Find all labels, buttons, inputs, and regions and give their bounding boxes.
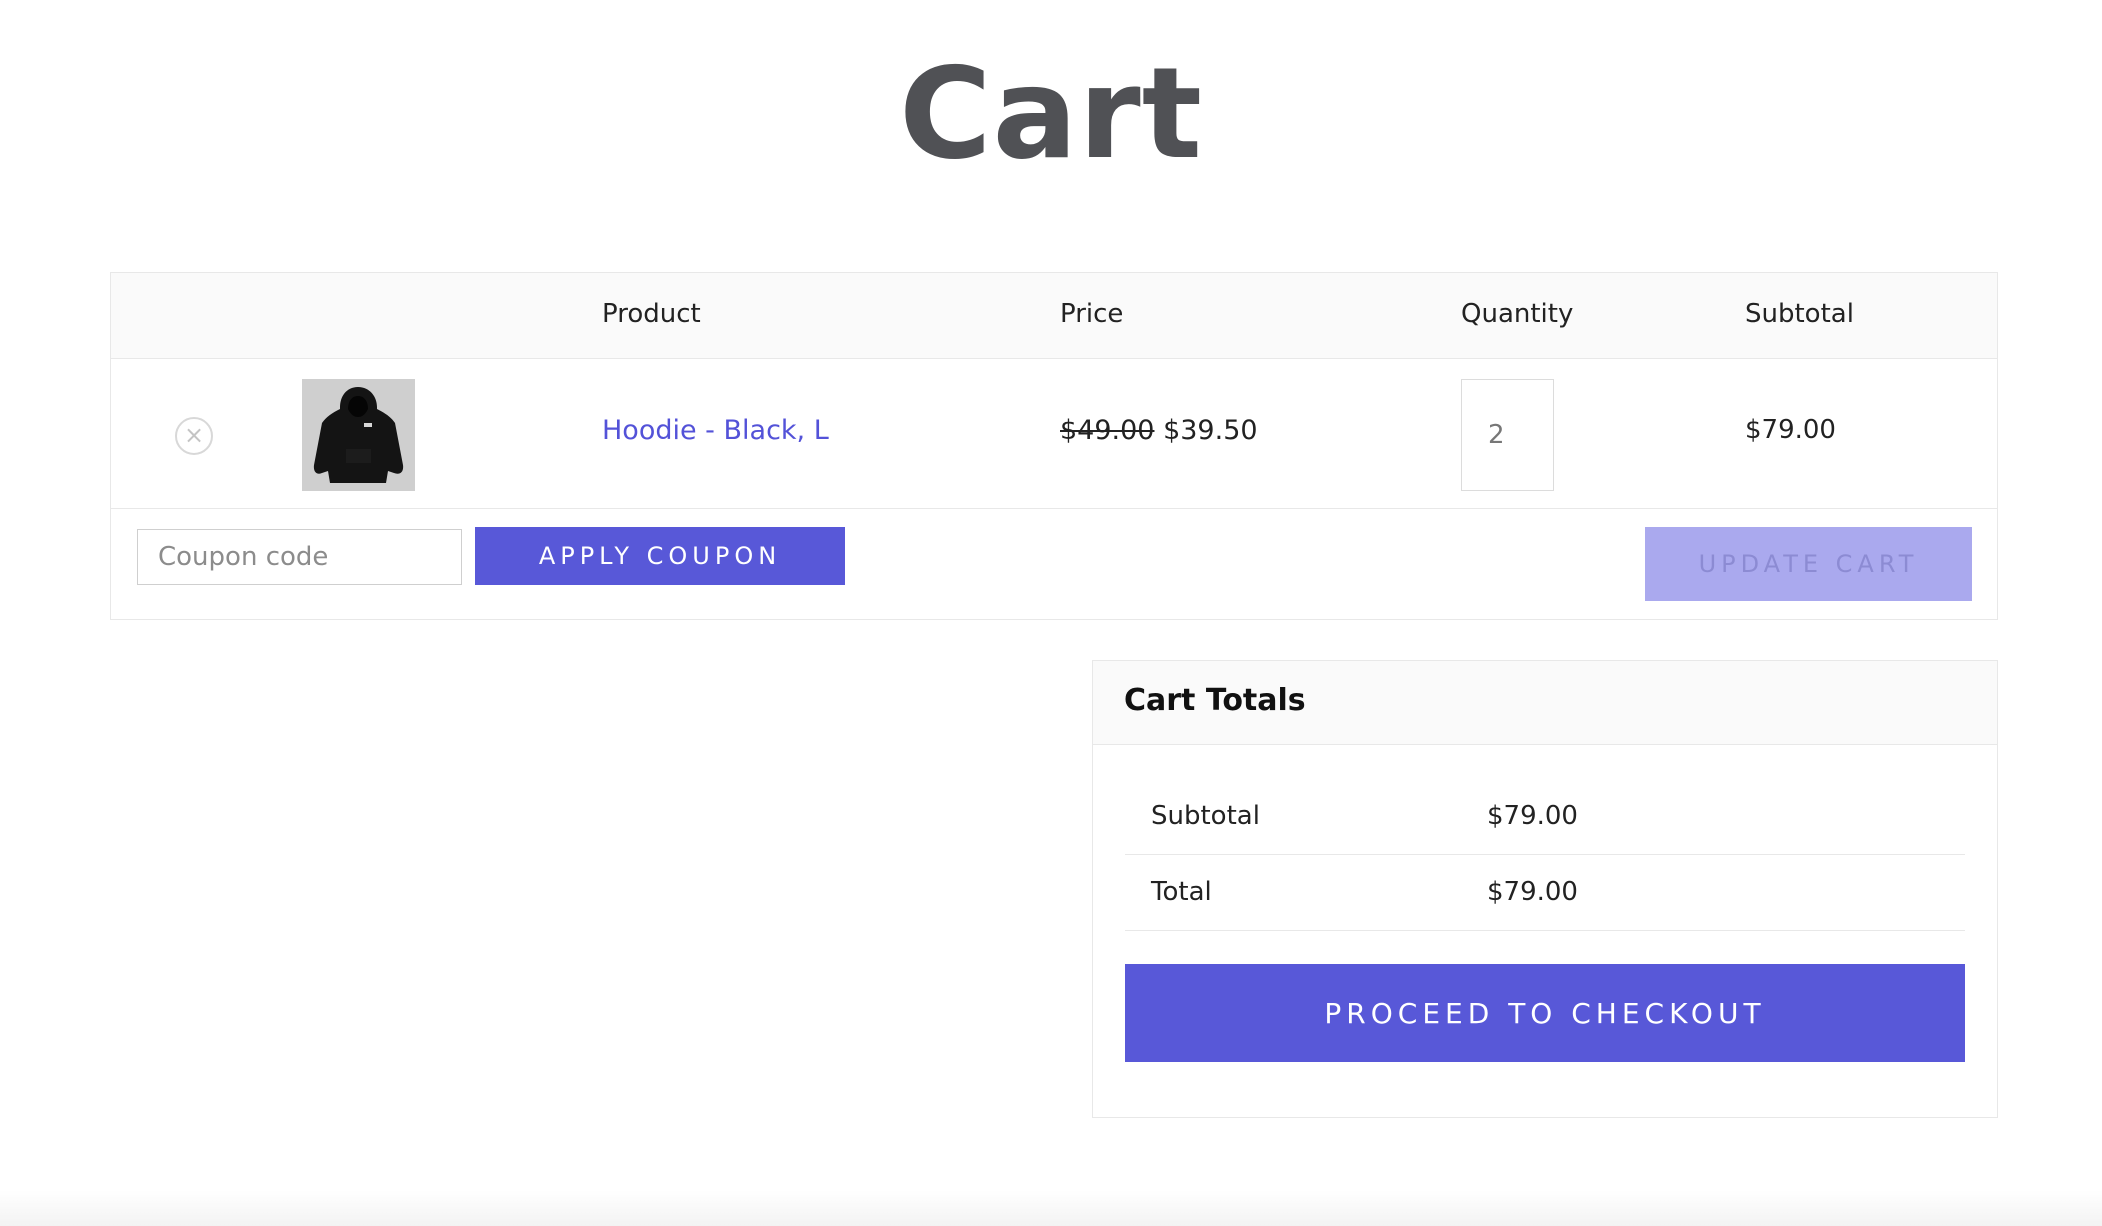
hoodie-image	[313, 387, 404, 483]
remove-item-icon[interactable]: ×	[175, 417, 213, 455]
totals-total-value: $79.00	[1487, 877, 1578, 907]
update-cart-button[interactable]: UPDATE CART	[1645, 527, 1972, 601]
product-price: $49.00 $39.50	[1060, 415, 1258, 446]
quantity-input[interactable]	[1461, 379, 1554, 491]
regular-price: $49.00	[1060, 415, 1155, 446]
cart-totals-header: Cart Totals	[1093, 661, 1997, 745]
product-thumbnail[interactable]	[302, 379, 415, 491]
proceed-to-checkout-button[interactable]: PROCEED TO CHECKOUT	[1125, 964, 1965, 1062]
product-name-link[interactable]: Hoodie - Black, L	[602, 415, 829, 446]
apply-coupon-button[interactable]: APPLY COUPON	[475, 527, 845, 585]
cart-page: Cart Product Price Quantity Subtotal × H…	[0, 0, 2102, 1226]
column-header-quantity: Quantity	[1461, 299, 1574, 329]
page-title: Cart	[899, 40, 1203, 187]
coupon-code-input[interactable]	[137, 529, 462, 585]
column-header-subtotal: Subtotal	[1745, 299, 1854, 329]
item-subtotal: $79.00	[1745, 415, 1836, 445]
sale-price: $39.50	[1163, 415, 1258, 446]
page-footer-shade	[0, 1190, 2102, 1226]
column-header-price: Price	[1060, 299, 1124, 329]
totals-subtotal-row: Subtotal $79.00	[1125, 779, 1965, 855]
cart-totals-title: Cart Totals	[1124, 683, 1306, 718]
totals-subtotal-label: Subtotal	[1151, 801, 1260, 831]
cart-table: Product Price Quantity Subtotal × Hoodie…	[110, 272, 1998, 620]
totals-total-label: Total	[1151, 877, 1212, 907]
column-header-product: Product	[602, 299, 701, 329]
cart-item-row: × Hoodie - Black, L $49.00 $39.50 $79.00	[111, 359, 1997, 509]
cart-table-header: Product Price Quantity Subtotal	[111, 273, 1997, 359]
cart-totals-box: Cart Totals Subtotal $79.00 Total $79.00…	[1092, 660, 1998, 1118]
totals-total-row: Total $79.00	[1125, 855, 1965, 931]
totals-subtotal-value: $79.00	[1487, 801, 1578, 831]
